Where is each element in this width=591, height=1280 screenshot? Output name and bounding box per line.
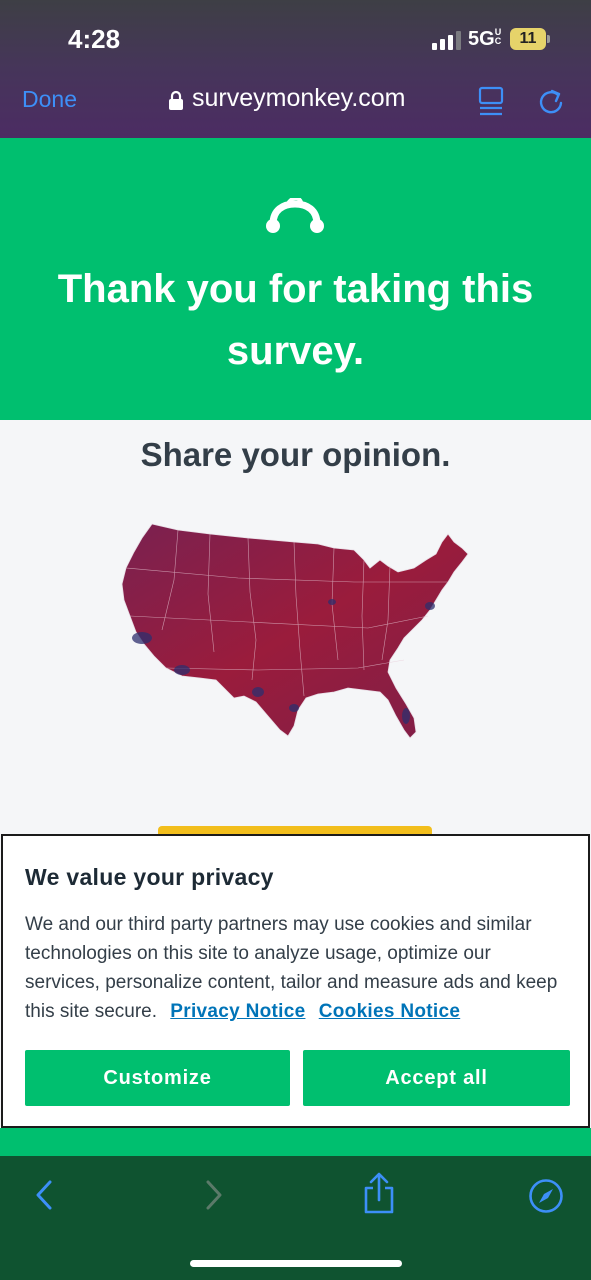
- battery-icon: 11: [510, 28, 550, 50]
- privacy-body: We and our third party partners may use …: [25, 910, 570, 1026]
- accept-all-button[interactable]: Accept all: [303, 1050, 570, 1106]
- privacy-title: We value your privacy: [25, 864, 274, 890]
- home-indicator: [190, 1260, 402, 1267]
- reload-icon[interactable]: [537, 86, 565, 116]
- page-title: Thank you for taking this survey.: [57, 267, 534, 373]
- network-label: 5GUC: [468, 28, 503, 51]
- forward-icon[interactable]: [202, 1178, 226, 1212]
- battery-level: 11: [519, 30, 537, 47]
- clock: 4:28: [68, 24, 121, 54]
- signal-icon: [432, 31, 461, 50]
- network-type: 5G: [468, 28, 495, 50]
- back-icon[interactable]: [32, 1178, 56, 1212]
- status-bar: 4:28 5GUC 11: [0, 0, 591, 72]
- usa-map-image: [121, 523, 469, 739]
- privacy-notice-link[interactable]: Privacy Notice: [170, 1001, 305, 1022]
- share-heading: Share your opinion.: [140, 436, 451, 473]
- url-text[interactable]: surveymonkey.com: [192, 84, 406, 113]
- compass-icon[interactable]: [528, 1178, 564, 1214]
- browser-toolbar: [0, 1156, 591, 1280]
- cookies-notice-link[interactable]: Cookies Notice: [319, 1001, 460, 1022]
- thank-you-header: Thank you for taking this survey.: [0, 138, 591, 420]
- share-icon[interactable]: [362, 1172, 396, 1214]
- browser-chrome: 4:28 5GUC 11 Done surveymonkey.com: [0, 0, 591, 138]
- address-bar: Done surveymonkey.com: [0, 72, 591, 132]
- surveymonkey-logo-icon: [266, 198, 324, 233]
- network-suffix: UC: [494, 27, 502, 46]
- lock-icon: [169, 90, 183, 110]
- customize-button[interactable]: Customize: [25, 1050, 290, 1106]
- footer-strip: [0, 1128, 591, 1156]
- reader-icon[interactable]: [478, 86, 504, 116]
- done-button[interactable]: Done: [22, 86, 77, 113]
- privacy-dialog: We value your privacy We and our third p…: [1, 834, 590, 1128]
